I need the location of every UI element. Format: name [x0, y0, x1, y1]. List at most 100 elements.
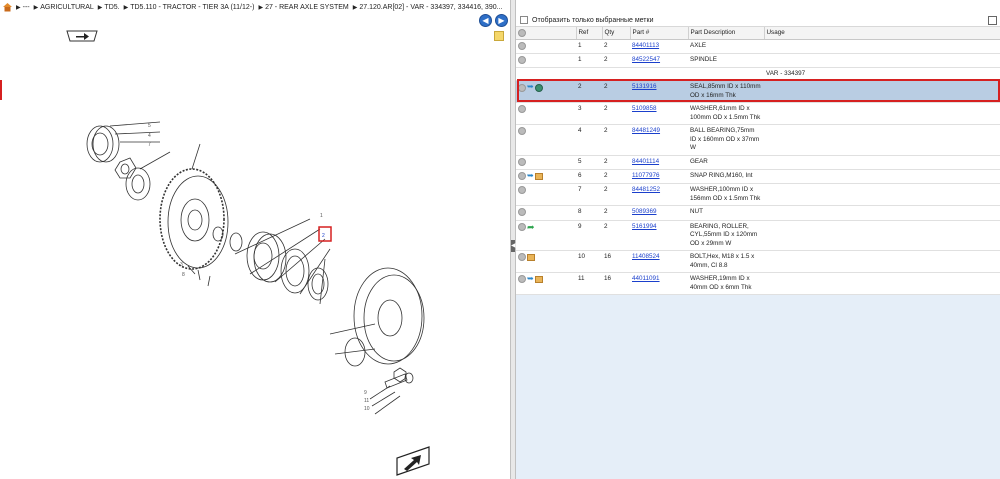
callout-label[interactable]: 1: [320, 213, 323, 219]
qty-cell: 2: [602, 205, 630, 221]
app-window: ▶ --- ▶ AGRICULTURAL ▶ TD5. ▶ TD5.110 - TRAC…: [0, 0, 1000, 479]
qty-cell: 2: [602, 169, 630, 185]
table-row[interactable]: 1 2 84401113 AXLE: [516, 39, 1000, 54]
qty-cell: 2: [602, 53, 630, 68]
table-row[interactable]: ➦ 9 2 5161994 BEARING, ROLLER, CYL,55mm ID x…: [516, 220, 1000, 252]
green-arrow-icon[interactable]: ➦: [527, 222, 535, 232]
show-selected-only-checkbox[interactable]: [520, 16, 528, 24]
part-number-link[interactable]: 84522547: [632, 56, 660, 63]
description-cell: BEARING, ROLLER, CYL,55mm ID x 120mm OD …: [688, 220, 764, 252]
exploded-parts-diagram: 5 4 7 1 2 3 8 9 11 10: [86, 121, 425, 415]
previous-diagram-button[interactable]: ◀: [479, 14, 492, 27]
ref-cell: 9: [576, 220, 602, 252]
table-row[interactable]: 8 2 5089369 NUT: [516, 205, 1000, 221]
package-icon[interactable]: [534, 172, 543, 180]
chevron-right-icon: ▶: [97, 4, 103, 11]
description-cell: SEAL,85mm ID x 110mm OD x 16mm Thk: [688, 80, 764, 104]
document-icon[interactable]: [988, 15, 997, 25]
part-number-cell: 11077976: [630, 169, 688, 185]
callout-label[interactable]: 11: [364, 398, 369, 404]
gear-icon[interactable]: [518, 253, 526, 262]
part-number-link[interactable]: 44011091: [632, 275, 660, 282]
breadcrumb-item[interactable]: 27 - REAR AXLE SYSTEM: [265, 4, 349, 11]
table-row[interactable]: 3 2 5109858 WASHER,61mm ID x 100mm OD x 1.5…: [516, 102, 1000, 126]
gear-icon[interactable]: [518, 186, 526, 195]
callout-label[interactable]: 2: [322, 233, 325, 239]
gear-icon[interactable]: [518, 55, 526, 64]
table-row[interactable]: ➥ 2 2 5131916 SEAL,85mm ID x 110mm OD x 16mm…: [516, 80, 1000, 104]
callout-label[interactable]: 3: [180, 262, 183, 268]
part-number-link[interactable]: 11077976: [632, 172, 660, 179]
part-number-link[interactable]: 84481252: [632, 186, 660, 193]
gear-icon[interactable]: [518, 275, 526, 284]
part-number-link[interactable]: 84401113: [632, 42, 659, 49]
gear-icon[interactable]: [518, 222, 526, 231]
table-row[interactable]: ➥ 6 2 11077976 SNAP RING,M160, Int: [516, 169, 1000, 185]
variant-row: VAR - 334397: [516, 67, 1000, 82]
gear-icon[interactable]: [518, 105, 526, 114]
callout-label[interactable]: 10: [364, 406, 370, 412]
note-icon[interactable]: [494, 31, 504, 41]
callout-label[interactable]: 9: [364, 390, 367, 396]
gear-icon[interactable]: [518, 208, 526, 217]
part-number-link[interactable]: 5161994: [632, 223, 657, 230]
column-header-description[interactable]: Part Description: [688, 27, 765, 40]
table-row[interactable]: 4 2 84481249 BALL BEARING,75mm ID x 160mm O…: [516, 124, 1000, 156]
ref-cell: 5: [576, 155, 602, 171]
part-number-link[interactable]: 5089369: [632, 208, 657, 215]
callout-label[interactable]: 4: [148, 133, 151, 139]
qty-cell: 2: [602, 80, 630, 104]
part-number-link[interactable]: 84481249: [632, 127, 660, 134]
qty-cell: 2: [602, 124, 630, 156]
ref-cell: 6: [576, 169, 602, 185]
part-number-cell: 5161994: [630, 220, 688, 252]
breadcrumb-item[interactable]: TD5.110 - TRACTOR - TIER 3A (11/12-): [130, 4, 254, 11]
home-icon[interactable]: [2, 2, 13, 12]
column-header-part[interactable]: Part #: [630, 27, 689, 40]
table-row[interactable]: 1 2 84522547 SPINDLE: [516, 53, 1000, 68]
part-number-link[interactable]: 84401114: [632, 158, 659, 165]
breadcrumb-item[interactable]: 27.120.AR[02] - VAR - 334397, 334416, 39…: [359, 4, 502, 11]
qty-cell: 2: [602, 39, 630, 54]
callout-label[interactable]: 8: [182, 272, 185, 278]
parts-table: Ref Qty Part # Part Description Usage 12…: [516, 27, 1000, 296]
table-row[interactable]: 5 2 84401114 GEAR: [516, 155, 1000, 171]
table-row[interactable]: ➥ 11 16 44011091 WASHER,19mm ID x 40mm OD x …: [516, 272, 1000, 296]
breadcrumb-item[interactable]: AGRICULTURAL: [40, 4, 94, 11]
package-icon[interactable]: [527, 253, 535, 261]
part-number-link[interactable]: 11408524: [632, 253, 660, 260]
gear-icon[interactable]: [518, 127, 526, 136]
replacement-arrow-icon[interactable]: ➥: [527, 275, 534, 284]
usage-cell: [764, 169, 1000, 185]
gear-icon[interactable]: [518, 28, 526, 37]
breadcrumb-item[interactable]: ---: [23, 4, 30, 11]
replacement-arrow-icon[interactable]: ➥: [527, 83, 534, 92]
column-header-qty[interactable]: Qty: [602, 27, 631, 40]
next-diagram-button[interactable]: ▶: [495, 14, 508, 27]
package-icon[interactable]: [534, 275, 543, 283]
column-header-icons: [516, 27, 577, 40]
chevron-right-icon: ▶: [352, 4, 358, 11]
column-header-ref[interactable]: Ref: [576, 27, 603, 40]
gear-icon[interactable]: [518, 157, 526, 166]
part-number-cell: 5131916: [630, 80, 688, 104]
gear-icon[interactable]: [518, 83, 526, 92]
table-row[interactable]: 10 16 11408524 BOLT,Hex, M18 x 1.5 x 40mm, …: [516, 250, 1000, 274]
column-header-usage[interactable]: Usage: [764, 27, 1000, 40]
selection-marker: [0, 80, 2, 100]
replacement-arrow-icon[interactable]: ➥: [527, 172, 534, 181]
part-number-link[interactable]: 5109858: [632, 105, 657, 112]
usage-cell: [764, 53, 1000, 68]
gear-icon[interactable]: [518, 172, 526, 181]
diagram-pane: ◀ ▶ 5 4 7 1 2 3 8 9 11 10: [0, 14, 510, 479]
callout-label[interactable]: 7: [148, 142, 151, 148]
globe-icon[interactable]: [534, 83, 543, 92]
part-number-link[interactable]: 5131916: [632, 83, 657, 90]
row-icons: [516, 155, 576, 171]
collapse-handle[interactable]: ◀: [511, 240, 516, 252]
callout-label[interactable]: 5: [148, 123, 151, 129]
table-row[interactable]: 7 2 84481252 WASHER,100mm ID x 156mm OD x 1…: [516, 183, 1000, 207]
gear-icon[interactable]: [518, 41, 526, 50]
breadcrumb-item[interactable]: TD5.: [104, 4, 119, 11]
usage-cell: [764, 39, 1000, 54]
